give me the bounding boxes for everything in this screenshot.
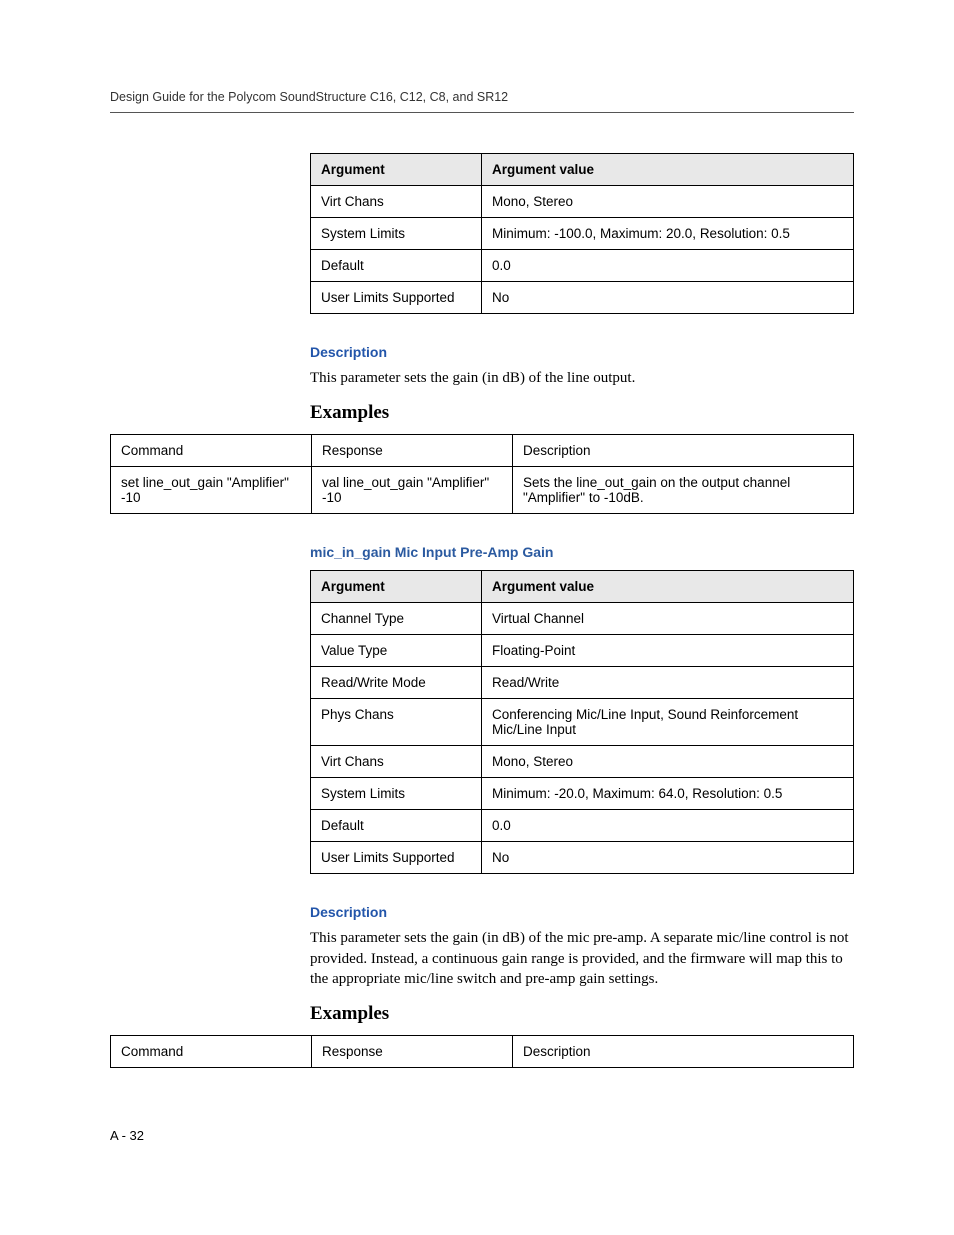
table-row: Channel Type Virtual Channel [311,603,854,635]
arg-table-2: Argument Argument value Channel Type Vir… [310,570,854,874]
running-head: Design Guide for the Polycom SoundStruct… [110,90,854,104]
col-response: Response [312,1036,513,1068]
col-description: Description [513,435,854,467]
table-header-row: Command Response Description [111,435,854,467]
table-row: Value Type Floating-Point [311,635,854,667]
cell-arg: Default [311,250,482,282]
cell-arg: System Limits [311,218,482,250]
cell-arg: Read/Write Mode [311,667,482,699]
cell-val: Minimum: -20.0, Maximum: 64.0, Resolutio… [482,778,854,810]
cell-arg: User Limits Supported [311,282,482,314]
description-heading: Description [310,904,854,920]
table-row: User Limits Supported No [311,842,854,874]
cell-val: Read/Write [482,667,854,699]
cell-arg: System Limits [311,778,482,810]
col-argument-value: Argument value [482,571,854,603]
cell-val: No [482,842,854,874]
col-command: Command [111,1036,312,1068]
cell-response: val line_out_gain "Amplifier" -10 [312,467,513,514]
col-description: Description [513,1036,854,1068]
description-text: This parameter sets the gain (in dB) of … [310,928,854,989]
table-row: User Limits Supported No [311,282,854,314]
table-header-row: Command Response Description [111,1036,854,1068]
description-heading: Description [310,344,854,360]
table-row: Default 0.0 [311,810,854,842]
cell-val: Virtual Channel [482,603,854,635]
header-rule [110,112,854,113]
cell-arg: Channel Type [311,603,482,635]
table-header-row: Argument Argument value [311,571,854,603]
cell-val: 0.0 [482,810,854,842]
col-argument: Argument [311,571,482,603]
arg-table-1: Argument Argument value Virt Chans Mono,… [310,153,854,314]
examples-heading: Examples [310,1003,854,1025]
table-row: Virt Chans Mono, Stereo [311,746,854,778]
page: Design Guide for the Polycom SoundStruct… [0,0,954,1235]
page-number: A - 32 [110,1128,144,1143]
table-row: System Limits Minimum: -20.0, Maximum: 6… [311,778,854,810]
col-argument: Argument [311,154,482,186]
cell-arg: Virt Chans [311,186,482,218]
parameter-title: mic_in_gain Mic Input Pre-Amp Gain [310,544,854,560]
examples-heading: Examples [310,402,854,424]
cell-val: Minimum: -100.0, Maximum: 20.0, Resoluti… [482,218,854,250]
cell-arg: Virt Chans [311,746,482,778]
cell-arg: Value Type [311,635,482,667]
table-row: Default 0.0 [311,250,854,282]
cell-arg: User Limits Supported [311,842,482,874]
table-row: Virt Chans Mono, Stereo [311,186,854,218]
description-text: This parameter sets the gain (in dB) of … [310,368,854,388]
cell-val: Floating-Point [482,635,854,667]
examples-table-1: Command Response Description set line_ou… [110,434,854,514]
cell-val: Mono, Stereo [482,746,854,778]
examples-table-2: Command Response Description [110,1035,854,1068]
cell-description: Sets the line_out_gain on the output cha… [513,467,854,514]
table-row: set line_out_gain "Amplifier" -10 val li… [111,467,854,514]
cell-val: No [482,282,854,314]
cell-val: 0.0 [482,250,854,282]
cell-val: Conferencing Mic/Line Input, Sound Reinf… [482,699,854,746]
section1-block: Argument Argument value Virt Chans Mono,… [310,153,854,424]
table-row: Phys Chans Conferencing Mic/Line Input, … [311,699,854,746]
table-row: Read/Write Mode Read/Write [311,667,854,699]
cell-val: Mono, Stereo [482,186,854,218]
table-header-row: Argument Argument value [311,154,854,186]
cell-command: set line_out_gain "Amplifier" -10 [111,467,312,514]
cell-arg: Phys Chans [311,699,482,746]
table-row: System Limits Minimum: -100.0, Maximum: … [311,218,854,250]
col-command: Command [111,435,312,467]
col-argument-value: Argument value [482,154,854,186]
col-response: Response [312,435,513,467]
cell-arg: Default [311,810,482,842]
section2-block: mic_in_gain Mic Input Pre-Amp Gain Argum… [310,544,854,1025]
